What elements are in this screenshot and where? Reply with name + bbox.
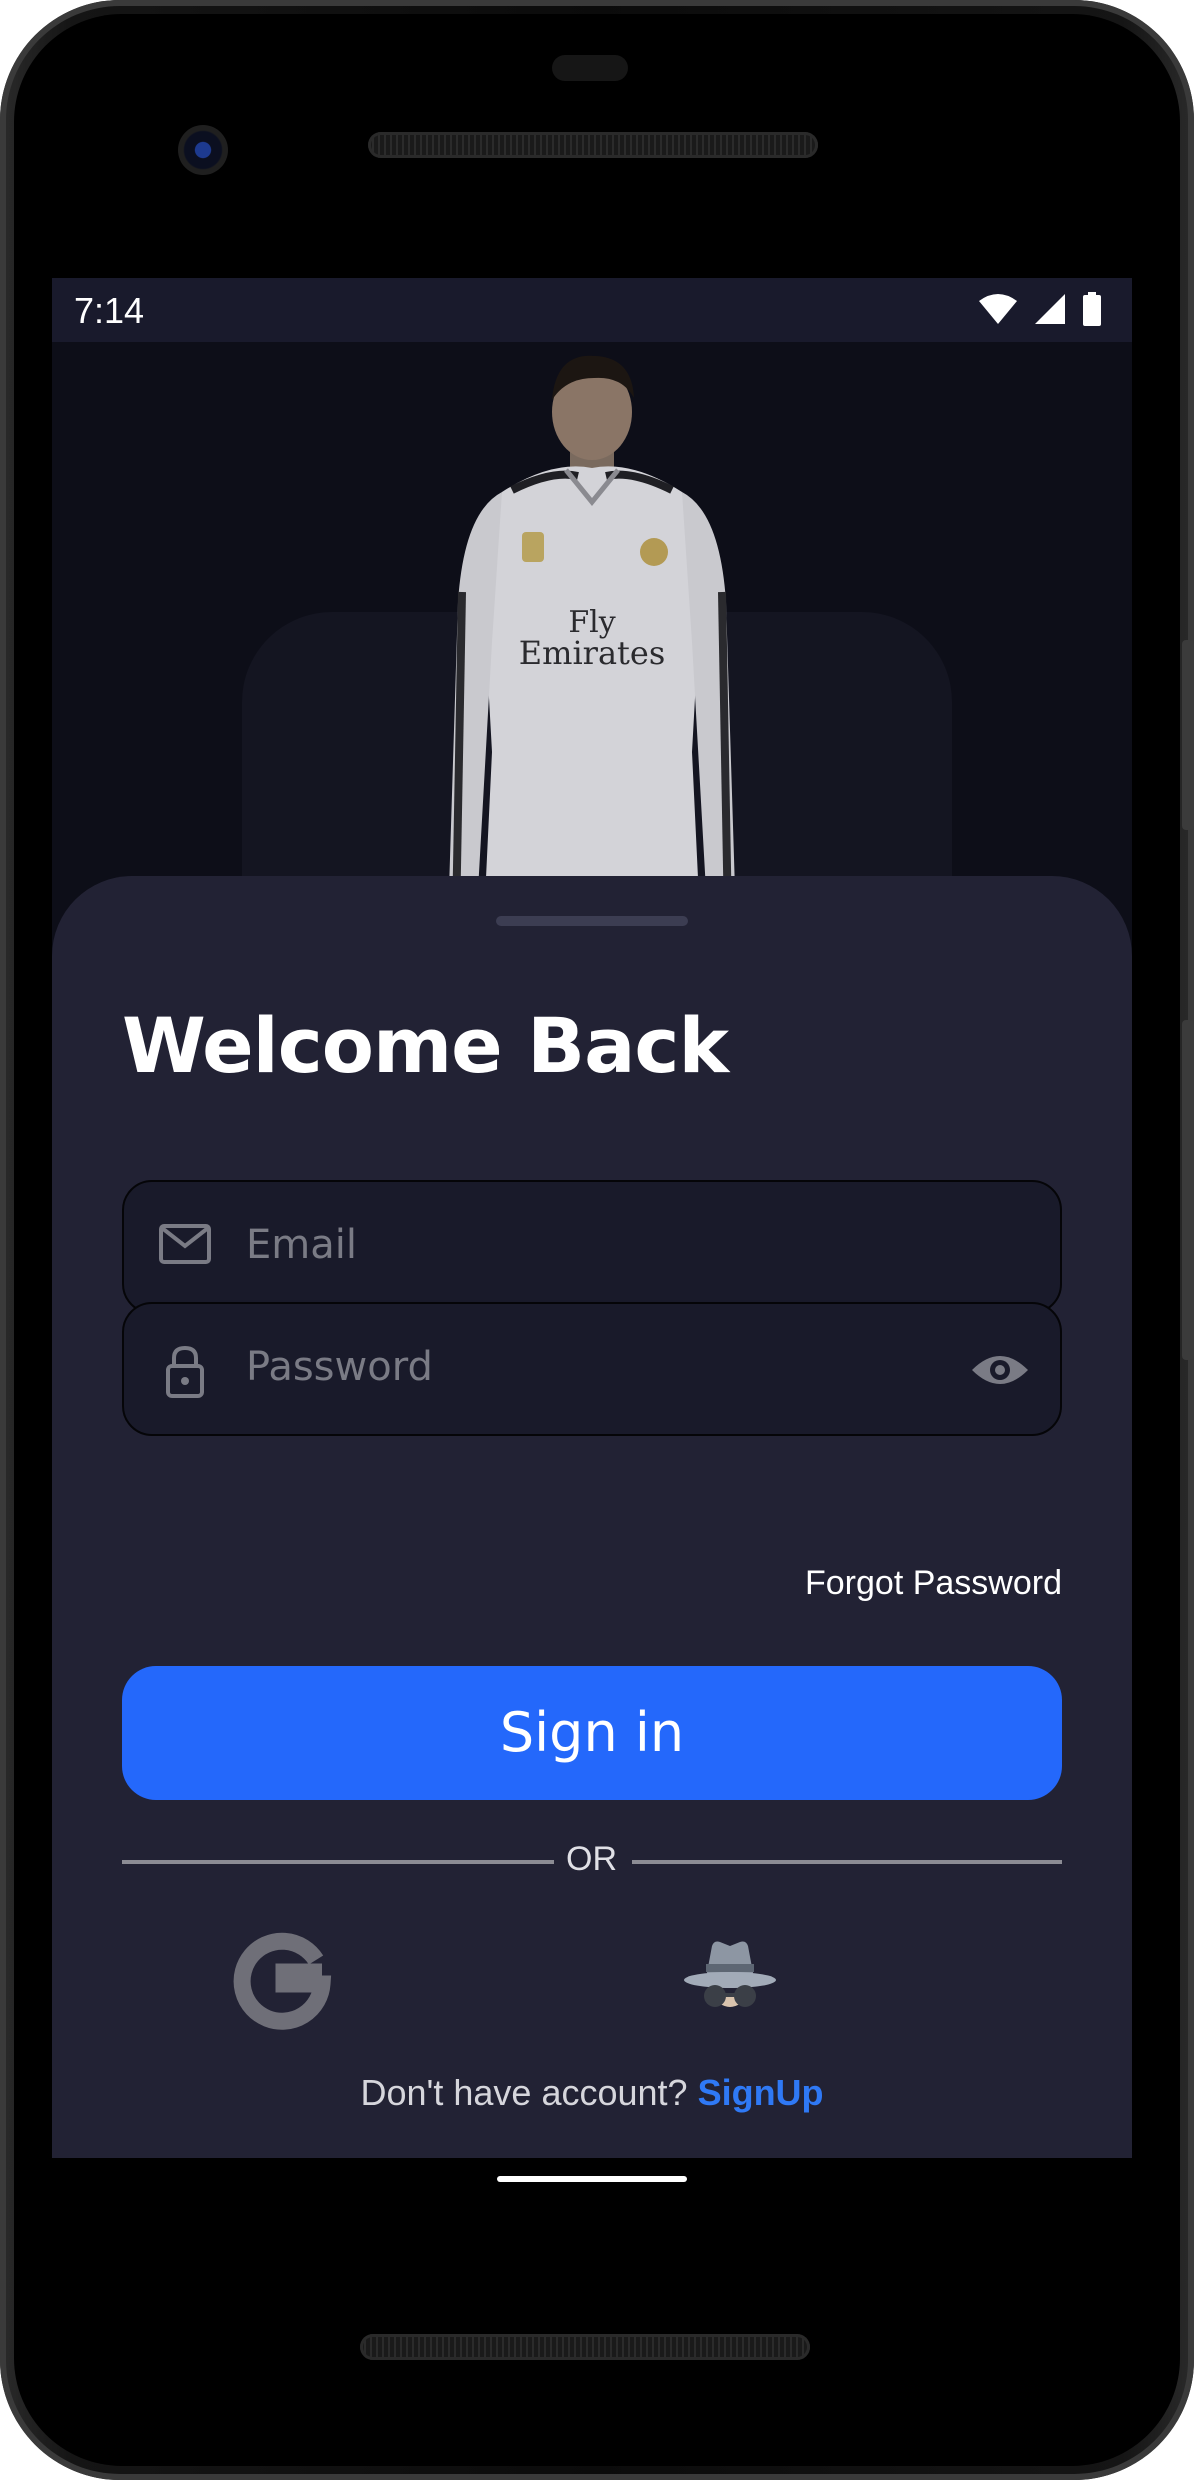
phone-frame: 7:14 Fly Emirates Welcome Back Email Pas…	[0, 0, 1194, 2480]
sheet-drag-handle[interactable]	[496, 916, 688, 926]
sign-in-button[interactable]: Sign in	[122, 1666, 1062, 1800]
signal-icon	[1035, 294, 1065, 324]
wifi-icon	[979, 294, 1017, 324]
signup-prompt: Don't have account?	[360, 2072, 688, 2113]
login-sheet: Welcome Back Email Password Forgot Passw…	[52, 876, 1132, 2158]
status-bar: 7:14	[52, 278, 1132, 342]
password-placeholder: Password	[246, 1344, 433, 1390]
email-placeholder: Email	[246, 1222, 357, 1268]
eye-icon[interactable]	[970, 1350, 1030, 1390]
bottom-speaker	[360, 2334, 810, 2360]
front-camera	[178, 125, 228, 175]
proximity-sensor	[552, 55, 628, 81]
forgot-password-link[interactable]: Forgot Password	[805, 1564, 1062, 1603]
page-title: Welcome Back	[122, 1001, 729, 1090]
divider-left	[122, 1860, 554, 1864]
status-time: 7:14	[74, 290, 145, 331]
mail-icon	[159, 1224, 211, 1264]
power-button	[1182, 640, 1194, 830]
password-field[interactable]: Password	[122, 1302, 1062, 1436]
divider-text: OR	[566, 1840, 617, 1878]
signup-link[interactable]: SignUp	[698, 2072, 824, 2113]
top-speaker	[368, 132, 818, 158]
incognito-icon[interactable]	[680, 1930, 780, 2030]
home-indicator[interactable]	[497, 2176, 687, 2182]
signup-row: Don't have account? SignUp	[52, 2072, 1132, 2114]
status-icons	[978, 292, 1102, 326]
app-screen: 7:14 Fly Emirates Welcome Back Email Pas…	[52, 278, 1132, 2158]
lock-icon	[166, 1345, 204, 1398]
jersey-sponsor-line-2: Emirates	[519, 634, 666, 672]
google-icon[interactable]	[232, 1930, 332, 2030]
email-field[interactable]: Email	[122, 1180, 1062, 1314]
battery-icon	[1083, 292, 1101, 326]
volume-button	[1182, 1020, 1194, 1360]
divider-right	[632, 1860, 1062, 1864]
